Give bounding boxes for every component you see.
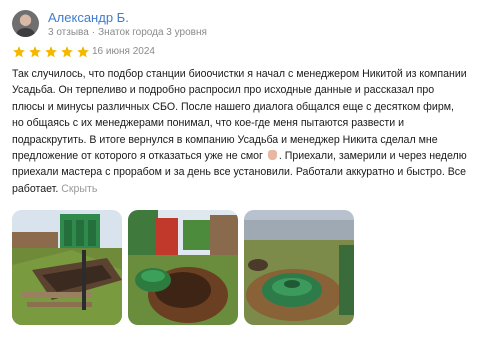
review-photo[interactable] <box>244 210 354 325</box>
star-icon <box>77 46 89 58</box>
star-icon <box>13 46 25 58</box>
review-body: Так случилось, что подбор станции биоочи… <box>12 68 467 163</box>
reviewer-meta: 3 отзыва · Знаток города 3 уровня <box>48 27 207 38</box>
review-text: Так случилось, что подбор станции биоочи… <box>12 66 468 197</box>
avatar[interactable] <box>12 10 39 37</box>
review-photo[interactable] <box>128 210 238 325</box>
star-icon <box>45 46 57 58</box>
star-icon <box>61 46 73 58</box>
star-icon <box>29 46 41 58</box>
reviewer-badge: Знаток города 3 уровня <box>98 27 207 38</box>
star-rating <box>12 45 90 59</box>
separator-dot: · <box>91 27 96 38</box>
rating-row: 16 июня 2024 <box>12 45 312 59</box>
review-date: 16 июня 2024 <box>92 46 155 57</box>
review-header: Александр Б. 3 отзыва · Знаток города 3 ур… <box>12 10 472 40</box>
review-photos <box>12 210 472 328</box>
review-photo[interactable] <box>12 210 122 325</box>
hand-icon <box>267 150 277 161</box>
collapse-link[interactable]: Скрыть <box>61 183 97 195</box>
reviews-count: 3 отзыва <box>48 27 89 38</box>
reviewer-name[interactable]: Александр Б. <box>48 10 129 25</box>
